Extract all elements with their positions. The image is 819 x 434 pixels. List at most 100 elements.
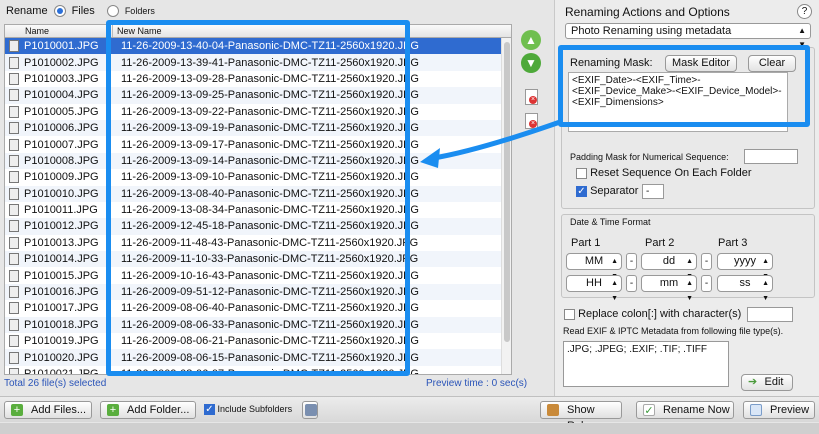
table-row[interactable]: P1010013.JPG 11-26-2009-11-48-43-Panasoni… xyxy=(5,235,511,251)
table-row[interactable]: P1010001.JPG 11-26-2009-13-40-04-Panasoni… xyxy=(5,38,511,55)
updown-icon: ▲▼ xyxy=(686,280,693,302)
include-subfolders-label: Include Subfolders xyxy=(217,404,293,414)
panel-title: Renaming Actions and Options xyxy=(565,5,730,19)
time-part3-select[interactable]: ss ▲ ▼ xyxy=(717,275,773,302)
table-row[interactable]: P1010002.JPG 11-26-2009-13-39-41-Panasoni… xyxy=(5,54,511,71)
replace-colon-checkbox[interactable] xyxy=(564,308,575,320)
replace-colon-row[interactable]: Replace colon[:] with character(s) xyxy=(564,308,741,320)
file-table[interactable]: Name New Name P1010001.JPG 11-26-2009-13-… xyxy=(4,24,512,375)
time-part1-select[interactable]: HH ▲ ▼ xyxy=(566,275,622,302)
file-name-cell: P1010009.JPG xyxy=(24,171,99,184)
edit-arrow-icon: ➔ xyxy=(748,376,758,388)
new-name-cell: 11-26-2009-13-09-17-Panasonic-DMC-TZ11-2… xyxy=(121,138,419,151)
replace-colon-input[interactable] xyxy=(747,307,793,322)
file-name-cell: P1010003.JPG xyxy=(24,72,99,85)
table-row[interactable]: P1010010.JPG 11-26-2009-13-08-40-Panasoni… xyxy=(5,185,511,202)
edit-button[interactable]: ➔ Edit xyxy=(741,374,793,391)
new-name-cell: 11-26-2009-08-06-21-Panasonic-DMC-TZ11-2… xyxy=(121,335,419,348)
renaming-mask-textarea[interactable]: <EXIF_Date>-<EXIF_Time>- <EXIF_Device_Ma… xyxy=(568,72,788,132)
time-sep2[interactable]: - xyxy=(701,275,712,292)
file-name-cell: P1010011.JPG xyxy=(24,204,98,217)
table-row[interactable]: P1010016.JPG 11-26-2009-09-51-12-Panasoni… xyxy=(5,283,511,301)
new-name-cell: 11-26-2009-13-09-25-Panasonic-DMC-TZ11-2… xyxy=(121,89,419,102)
preview-button[interactable]: Preview xyxy=(743,401,815,419)
table-row[interactable]: P1010012.JPG 11-26-2009-12-45-18-Panasoni… xyxy=(5,218,511,235)
table-row[interactable]: P1010011.JPG 11-26-2009-13-08-34-Panasoni… xyxy=(5,202,511,218)
file-name-cell: P1010014.JPG xyxy=(24,253,99,266)
mask-editor-button[interactable]: Mask Editor xyxy=(665,55,737,72)
preview-label: Preview xyxy=(770,404,810,416)
reset-sequence-row[interactable]: Reset Sequence On Each Folder xyxy=(576,167,752,179)
column-header-new-name[interactable]: New Name xyxy=(113,25,162,37)
renaming-mask-label: Renaming Mask: xyxy=(570,57,653,69)
remove-icon: × xyxy=(529,96,537,104)
new-name-cell: 11-26-2009-11-10-33-Panasonic-DMC-TZ11-2… xyxy=(121,253,419,266)
show-rules-button[interactable]: Show Rules xyxy=(540,401,622,432)
file-name-cell: P1010001.JPG xyxy=(24,40,99,53)
time-part2-select[interactable]: mm ▲ ▼ xyxy=(641,275,697,302)
renaming-mask-group: Renaming Mask: Mask Editor Clear <EXIF_D… xyxy=(561,47,815,209)
table-row[interactable]: P1010020.JPG 11-26-2009-08-06-15-Panasoni… xyxy=(5,349,511,366)
help-button[interactable]: ? xyxy=(797,4,812,19)
jpg-file-icon xyxy=(9,335,19,348)
include-subfolders-checkbox[interactable]: ✓ xyxy=(204,404,215,416)
include-subfolders-row[interactable]: ✓ Include Subfolders xyxy=(204,404,293,416)
callout-arrow xyxy=(420,119,561,168)
folders-radio-label[interactable]: Folders xyxy=(125,6,155,16)
bottom-toolbar: + Add Files... + Add Folder... ✓ Include… xyxy=(0,396,819,432)
new-name-cell: 11-26-2009-13-40-04-Panasonic-DMC-TZ11-2… xyxy=(121,40,419,53)
read-exif-label: Read EXIF & IPTC Metadata from following… xyxy=(563,326,784,336)
new-name-cell: 11-26-2009-10-16-43-Panasonic-DMC-TZ11-2… xyxy=(121,269,419,282)
arrow-up-icon: ▲ xyxy=(525,33,537,47)
jpg-file-icon xyxy=(9,171,19,184)
move-down-button[interactable]: ▼ xyxy=(521,53,541,73)
add-files-button[interactable]: + Add Files... xyxy=(4,401,92,419)
date-part2-value: dd xyxy=(662,255,676,267)
rename-now-button[interactable]: ✓ Rename Now xyxy=(636,401,734,419)
add-folder-button[interactable]: + Add Folder... xyxy=(100,401,196,419)
time-sep1[interactable]: - xyxy=(626,275,637,292)
padding-mask-input[interactable] xyxy=(744,149,798,164)
date-part1-select[interactable]: MM▲▼ xyxy=(566,253,622,280)
table-row[interactable]: P1010018.JPG 11-26-2009-08-06-33-Panasoni… xyxy=(5,316,511,334)
rename-mode-bar: Rename Files Folders xyxy=(0,0,548,22)
file-name-cell: P1010015.JPG xyxy=(24,269,99,282)
add-files-label: Add Files... xyxy=(31,404,87,416)
table-row[interactable]: P1010004.JPG 11-26-2009-13-09-25-Panasoni… xyxy=(5,87,511,104)
file-name-cell: P1010010.JPG xyxy=(24,187,99,200)
jpg-file-icon xyxy=(9,187,19,200)
table-row[interactable]: P1010017.JPG 11-26-2009-08-06-40-Panasoni… xyxy=(5,300,511,316)
reset-sequence-checkbox[interactable] xyxy=(576,167,587,179)
date-sep1[interactable]: - xyxy=(626,253,637,270)
file-types-textarea[interactable]: .JPG; .JPEG; .EXIF; .TIF; .TIFF xyxy=(563,341,729,387)
table-scrollbar[interactable] xyxy=(501,38,511,374)
separator-checkbox[interactable]: ✓ xyxy=(576,185,587,197)
table-header: Name New Name xyxy=(5,25,511,38)
table-row[interactable]: P1010014.JPG 11-26-2009-11-10-33-Panasoni… xyxy=(5,251,511,268)
file-name-cell: P1010018.JPG xyxy=(24,318,99,331)
scrollbar-thumb[interactable] xyxy=(504,42,510,342)
new-name-cell: 11-26-2009-13-39-41-Panasonic-DMC-TZ11-2… xyxy=(121,56,419,69)
new-name-cell: 11-26-2009-12-45-18-Panasonic-DMC-TZ11-2… xyxy=(121,220,419,233)
action-select[interactable]: Photo Renaming using metadata ▲ ▼ xyxy=(565,23,811,49)
table-row[interactable]: P1010019.JPG 11-26-2009-08-06-21-Panasoni… xyxy=(5,333,511,349)
jpg-file-icon xyxy=(9,89,19,102)
folder-options-button[interactable] xyxy=(302,401,318,419)
table-row[interactable]: P1010021.JPG 11-26-2009-08-06-07-Panasoni… xyxy=(5,366,511,374)
reset-sequence-label: Reset Sequence On Each Folder xyxy=(590,167,752,179)
separator-input[interactable]: - xyxy=(642,184,664,199)
date-part2-select[interactable]: dd▲▼ xyxy=(641,253,697,280)
move-up-button[interactable]: ▲ xyxy=(521,30,541,50)
jpg-file-icon xyxy=(9,236,19,249)
date-sep2[interactable]: - xyxy=(701,253,712,270)
files-radio[interactable] xyxy=(53,5,66,17)
remove-file-button[interactable]: × xyxy=(525,89,538,105)
separator-row[interactable]: ✓ Separator xyxy=(576,185,638,197)
folders-radio[interactable] xyxy=(106,5,119,17)
clear-button[interactable]: Clear xyxy=(748,55,796,72)
table-row[interactable]: P1010003.JPG 11-26-2009-13-09-28-Panasoni… xyxy=(5,71,511,87)
column-header-name[interactable]: Name xyxy=(5,25,113,37)
files-radio-label[interactable]: Files xyxy=(72,5,95,17)
table-row[interactable]: P1010015.JPG 11-26-2009-10-16-43-Panasoni… xyxy=(5,267,511,283)
date-part3-select[interactable]: yyyy▲▼ xyxy=(717,253,773,280)
